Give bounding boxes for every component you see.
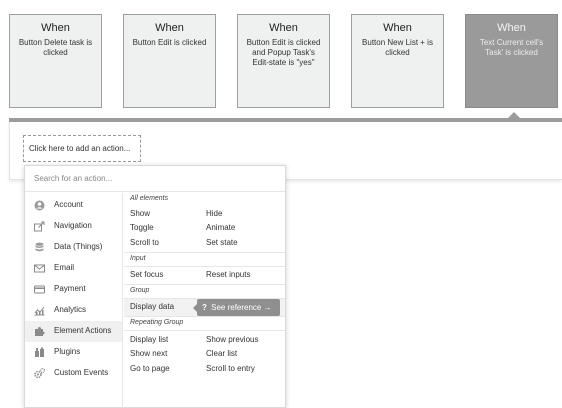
- see-reference-label: See reference →: [211, 303, 272, 312]
- plugins-icon: [35, 347, 44, 357]
- event-card-edit-popup[interactable]: When Button Edit is clicked and Popup Ta…: [237, 14, 330, 108]
- action-go-to-page[interactable]: Go to page: [130, 364, 170, 373]
- action-reset-inputs[interactable]: Reset inputs: [206, 270, 250, 279]
- event-when-label: When: [497, 22, 526, 34]
- category-label: Analytics: [54, 305, 87, 314]
- event-description: Text Current cell's Task' is clicked: [479, 38, 544, 57]
- action-scroll-to-entry[interactable]: Scroll to entry: [206, 364, 255, 373]
- category-label: Navigation: [54, 221, 92, 230]
- action-display-data[interactable]: Display data: [130, 302, 174, 311]
- category-plugins[interactable]: Plugins: [25, 342, 122, 363]
- action-search-box: [25, 166, 285, 192]
- section-title-input: Input: [130, 255, 146, 262]
- event-when-label: When: [269, 22, 298, 34]
- puzzle-icon: [35, 327, 45, 336]
- event-description: Button Delete task is clicked: [18, 38, 93, 57]
- category-label: Payment: [54, 284, 86, 293]
- email-icon: [34, 264, 45, 273]
- add-action-button[interactable]: Click here to add an action...: [23, 135, 141, 162]
- database-icon: [35, 242, 44, 252]
- action-categories: Account Navigation Data (Things) Email P…: [25, 193, 123, 408]
- action-hide[interactable]: Hide: [206, 209, 222, 218]
- section-divider: [124, 316, 285, 317]
- category-label: Custom Events: [54, 368, 109, 377]
- section-divider: [124, 330, 285, 331]
- section-title-all-elements: All elements: [130, 195, 169, 202]
- event-description: Button New List + is clicked: [362, 38, 433, 57]
- event-card-delete-task[interactable]: When Button Delete task is clicked: [9, 14, 102, 108]
- category-label: Plugins: [54, 347, 81, 356]
- event-card-new-list[interactable]: When Button New List + is clicked: [351, 14, 444, 108]
- category-analytics[interactable]: Analytics: [25, 300, 122, 321]
- category-label: Account: [54, 200, 83, 209]
- category-label: Email: [54, 263, 75, 272]
- action-set-focus[interactable]: Set focus: [130, 270, 163, 279]
- action-show[interactable]: Show: [130, 209, 150, 218]
- category-navigation[interactable]: Navigation: [25, 216, 122, 237]
- event-card-current-cell-task[interactable]: When Text Current cell's Task' is clicke…: [465, 14, 558, 108]
- event-description: Button Edit is clicked: [132, 38, 207, 47]
- action-show-next[interactable]: Show next: [130, 349, 167, 358]
- action-set-state[interactable]: Set state: [206, 238, 238, 247]
- category-payment[interactable]: Payment: [25, 279, 122, 300]
- section-title-group: Group: [130, 287, 150, 294]
- action-menu: Account Navigation Data (Things) Email: [24, 165, 286, 408]
- gears-icon: [34, 368, 45, 379]
- category-data-things[interactable]: Data (Things): [25, 237, 122, 258]
- event-card-edit[interactable]: When Button Edit is clicked: [123, 14, 216, 108]
- action-animate[interactable]: Animate: [206, 223, 235, 232]
- action-clear-list[interactable]: Clear list: [206, 349, 237, 358]
- events-row: When Button Delete task is clicked When …: [0, 0, 562, 120]
- action-show-previous[interactable]: Show previous: [206, 335, 258, 344]
- help-icon: ?: [202, 303, 207, 312]
- category-account[interactable]: Account: [25, 195, 122, 216]
- see-reference-tooltip[interactable]: ? See reference →: [193, 299, 280, 316]
- event-when-label: When: [41, 22, 70, 34]
- category-label: Element Actions: [54, 326, 112, 335]
- section-divider: [124, 266, 285, 267]
- category-custom-events[interactable]: Custom Events: [25, 363, 122, 384]
- category-email[interactable]: Email: [25, 258, 122, 279]
- event-when-label: When: [155, 22, 184, 34]
- payment-icon: [34, 285, 45, 294]
- category-element-actions[interactable]: Element Actions: [25, 321, 122, 342]
- event-description: Button Edit is clicked and Popup Task's …: [246, 38, 321, 67]
- section-title-repeating-group: Repeating Group: [130, 319, 184, 326]
- action-display-list[interactable]: Display list: [130, 335, 168, 344]
- section-divider: [124, 252, 285, 253]
- account-icon: [34, 200, 45, 211]
- section-divider: [124, 284, 285, 285]
- navigation-icon: [34, 221, 45, 232]
- category-label: Data (Things): [54, 242, 103, 251]
- analytics-icon: [34, 306, 45, 316]
- action-toggle[interactable]: Toggle: [130, 223, 154, 232]
- action-search-input[interactable]: [25, 166, 285, 191]
- action-scroll-to[interactable]: Scroll to: [130, 238, 159, 247]
- event-when-label: When: [383, 22, 412, 34]
